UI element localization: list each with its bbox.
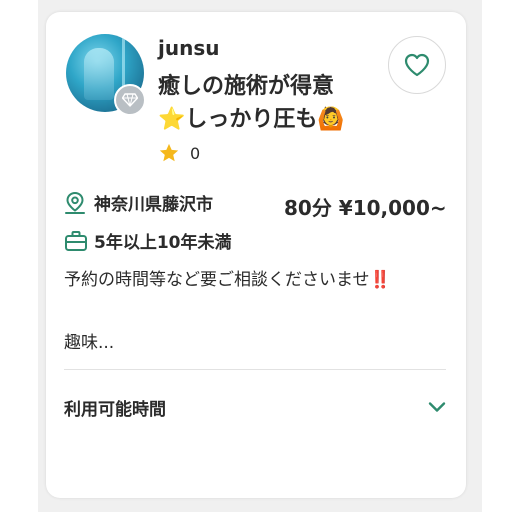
booking-notice: 予約の時間等など要ご相談くださいませ‼️ — [64, 270, 391, 290]
hobby-text: 趣味... — [64, 333, 115, 353]
diamond-icon — [122, 93, 138, 107]
avatar-photo-figure — [84, 48, 114, 100]
headline: 癒しの施術が得意 ⭐しっかり圧も🙆 — [158, 74, 345, 132]
available-hours-label: 利用可能時間 — [64, 399, 166, 420]
location-text: 神奈川県藤沢市 — [94, 195, 213, 215]
experience-text: 5年以上10年未満 — [94, 233, 232, 253]
rating-count: 0 — [190, 143, 201, 163]
map-pin-icon — [65, 191, 85, 214]
divider — [64, 369, 446, 370]
heart-outline-icon — [404, 53, 430, 77]
location: 神奈川県藤沢市 — [64, 190, 213, 215]
star-icon — [159, 143, 179, 162]
therapist-name: junsu — [158, 36, 220, 60]
price: 80分 ¥10,000~ — [284, 196, 447, 220]
experience: 5年以上10年未満 — [64, 228, 232, 253]
therapist-card[interactable]: junsu 癒しの施術が得意 ⭐しっかり圧も🙆 0 神奈川県藤沢市 80分 ¥1… — [46, 12, 466, 498]
favorite-button[interactable] — [388, 36, 446, 94]
page-edge-left — [0, 0, 38, 512]
page-edge-right — [482, 0, 512, 512]
rating: 0 — [158, 142, 200, 164]
briefcase-icon — [65, 230, 87, 251]
diamond-badge — [114, 84, 146, 116]
available-hours-toggle[interactable]: 利用可能時間 — [64, 392, 446, 422]
chevron-down-icon[interactable] — [428, 401, 446, 413]
